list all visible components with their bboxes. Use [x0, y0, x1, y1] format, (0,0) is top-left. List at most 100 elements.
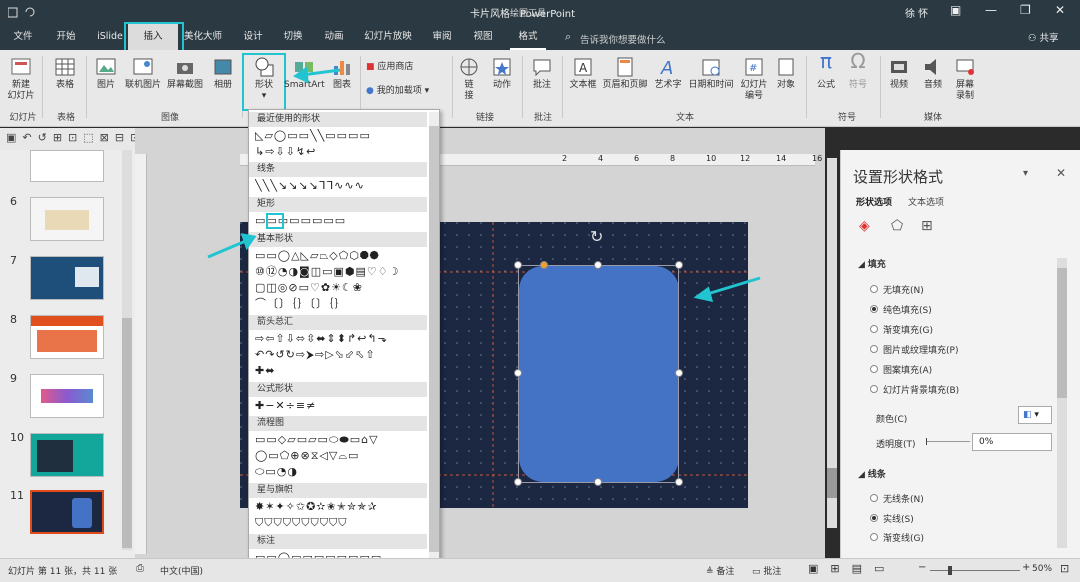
shape-row[interactable]: ▭▭◇▱▭▱▭⬭⬬▭⌂▽	[255, 433, 435, 447]
tab-islide[interactable]: iSlide	[92, 24, 128, 50]
fill-line-icon[interactable]: ◈	[859, 218, 870, 234]
shape-row[interactable]: ▢◫◎⊘▭♡✿☀☾❀	[255, 281, 435, 295]
pattern-fill-radio[interactable]	[870, 365, 878, 373]
shape-row[interactable]: ✸✶✦✧✩✪✫✬✭✮✯✰	[255, 500, 435, 514]
tab-beautify[interactable]: 美化大师	[178, 24, 228, 50]
video-button[interactable]: 视频	[884, 56, 914, 91]
shape-row[interactable]: ⑩⑫◔◑◙◫▭▣⬢▤♡♢☽	[255, 265, 435, 279]
store-button[interactable]: ■ 应用商店	[366, 62, 436, 73]
datetime-button[interactable]: 日期和时间	[686, 56, 736, 91]
shape-row[interactable]: ⛉⛉⛉⛉⛉⛉⛉⛉⛉⛉	[255, 516, 435, 530]
user-name[interactable]: 徐 怀	[905, 5, 928, 20]
resize-handle[interactable]	[594, 478, 602, 486]
shape-row[interactable]: ◯▭⬠⊕⊗⧖◁▽⌓▭	[255, 449, 435, 463]
zoom-level[interactable]: 50%	[1032, 564, 1052, 574]
object-button[interactable]: 对象	[772, 56, 800, 91]
symbol-button[interactable]: Ω 符号	[844, 51, 872, 91]
slide-thumbnail[interactable]	[30, 433, 104, 477]
tab-format[interactable]: 格式	[510, 24, 546, 50]
tab-slideshow[interactable]: 幻灯片放映	[358, 24, 418, 50]
comments-button[interactable]: ▭ 批注	[752, 564, 781, 577]
ribbon-display-icon[interactable]: ▣	[950, 3, 961, 17]
slide-thumbnail[interactable]	[30, 256, 104, 300]
zoom-slider[interactable]	[930, 566, 1020, 575]
solid-fill-radio[interactable]	[870, 305, 878, 313]
action-button[interactable]: 动作	[488, 56, 516, 91]
rotate-handle-icon[interactable]: ↻	[590, 227, 603, 246]
gradient-line-radio[interactable]	[870, 533, 878, 541]
minimize-button[interactable]: —	[985, 3, 997, 17]
online-picture-button[interactable]: 联机图片	[123, 56, 163, 91]
canvas-scrollbar[interactable]	[827, 158, 837, 528]
pane-close-icon[interactable]: ✕	[1056, 166, 1066, 180]
no-fill-radio[interactable]	[870, 285, 878, 293]
shape-row[interactable]: ✚−✕÷≡≠	[255, 399, 435, 413]
shape-row[interactable]: ▭▭◯△◺▱⏢◇⬠⬡⯃⯄	[255, 249, 435, 263]
spellcheck-icon[interactable]: ⎙	[136, 563, 144, 574]
color-picker-button[interactable]: ◧ ▾	[1018, 406, 1052, 424]
chart-button[interactable]: 图表	[328, 56, 356, 91]
corner-adjust-handle[interactable]	[540, 261, 548, 269]
screen-record-button[interactable]: 屏幕 录制	[950, 56, 980, 102]
size-properties-icon[interactable]: ⊞	[921, 218, 933, 234]
shape-row[interactable]: ↳⇨⇩⇩↯↩	[255, 145, 435, 159]
tab-animations[interactable]: 动画	[318, 24, 350, 50]
tab-text-options[interactable]: 文本选项	[908, 195, 944, 208]
picture-button[interactable]: 图片	[92, 56, 120, 91]
link-button[interactable]: 链 接	[456, 56, 482, 102]
comment-button[interactable]: 批注	[528, 56, 556, 91]
shape-row[interactable]: ⇨⇦⇧⇩⬄⇳⬌⇕⬍↱↩↰⬎	[255, 332, 435, 346]
album-button[interactable]: 相册	[208, 56, 238, 91]
shape-row[interactable]: ⬭▭◔◑	[255, 465, 435, 479]
tab-review[interactable]: 审阅	[426, 24, 458, 50]
audio-button[interactable]: 音频	[918, 56, 948, 91]
screenshot-button[interactable]: 屏幕截图	[164, 56, 206, 91]
shape-row[interactable]: ╲╲╲↘↘↘↘ᒣᒣ∿∿∿	[255, 179, 435, 193]
effects-icon[interactable]: ⬠	[891, 218, 903, 234]
slide-thumbnail[interactable]	[30, 315, 104, 359]
quick-access-icons[interactable]	[8, 4, 68, 20]
close-button[interactable]: ✕	[1055, 3, 1065, 17]
shape-row[interactable]: ◺▱◯▭▭╲╲▭▭▭▭	[255, 129, 435, 143]
slide-thumbnail[interactable]	[30, 197, 104, 241]
resize-handle[interactable]	[594, 261, 602, 269]
smartart-button[interactable]: SmartArt	[284, 56, 325, 91]
resize-handle[interactable]	[675, 261, 683, 269]
my-addins-button[interactable]: ● 我的加载项 ▾	[366, 86, 446, 97]
wordart-button[interactable]: A 艺术字	[652, 56, 684, 91]
picture-fill-radio[interactable]	[870, 345, 878, 353]
resize-handle[interactable]	[514, 369, 522, 377]
line-section-header[interactable]: ◢ 线条	[858, 467, 886, 480]
slide-number-button[interactable]: # 幻灯片 编号	[736, 56, 772, 102]
slide-thumbnail-current[interactable]	[30, 490, 104, 534]
tell-me-input[interactable]: 告诉我你想要做什么	[580, 32, 666, 46]
gradient-fill-radio[interactable]	[870, 325, 878, 333]
shape-row[interactable]: ↶↷↺↻⇨⮞⇨▷⬂⬃⬁⇧	[255, 348, 435, 362]
textbox-button[interactable]: A 文本框	[566, 56, 600, 91]
slide-thumbnail[interactable]	[30, 374, 104, 418]
tab-transitions[interactable]: 切换	[277, 24, 309, 50]
resize-handle[interactable]	[514, 478, 522, 486]
pane-scrollbar[interactable]	[1057, 258, 1067, 548]
no-line-radio[interactable]	[870, 494, 878, 502]
language-status[interactable]: 中文(中国)	[160, 564, 203, 577]
resize-handle[interactable]	[514, 261, 522, 269]
solid-line-radio[interactable]	[870, 514, 878, 522]
view-buttons[interactable]: ▣⊞▤▭	[808, 562, 896, 575]
resize-handle[interactable]	[675, 478, 683, 486]
notes-button[interactable]: ≜ 备注	[706, 564, 734, 577]
fill-section-header[interactable]: ◢ 填充	[858, 257, 886, 270]
thumbnail-scrollbar[interactable]	[122, 150, 132, 550]
header-footer-button[interactable]: 页眉和页脚	[600, 56, 650, 91]
equation-button[interactable]: π 公式	[812, 51, 840, 91]
zoom-in-button[interactable]: +	[1022, 562, 1030, 573]
transparency-input[interactable]: 0%	[972, 433, 1052, 451]
menu-scrollbar[interactable]	[429, 112, 439, 570]
restore-button[interactable]: ❐	[1020, 3, 1031, 17]
new-slide-button[interactable]: 新建 幻灯片	[4, 56, 38, 102]
tab-file[interactable]: 文件	[5, 24, 41, 50]
pane-options-icon[interactable]: ▾	[1023, 168, 1028, 179]
tab-view[interactable]: 视图	[467, 24, 499, 50]
share-button[interactable]: ⚇ 共享	[1028, 30, 1059, 44]
tab-home[interactable]: 开始	[48, 24, 84, 50]
